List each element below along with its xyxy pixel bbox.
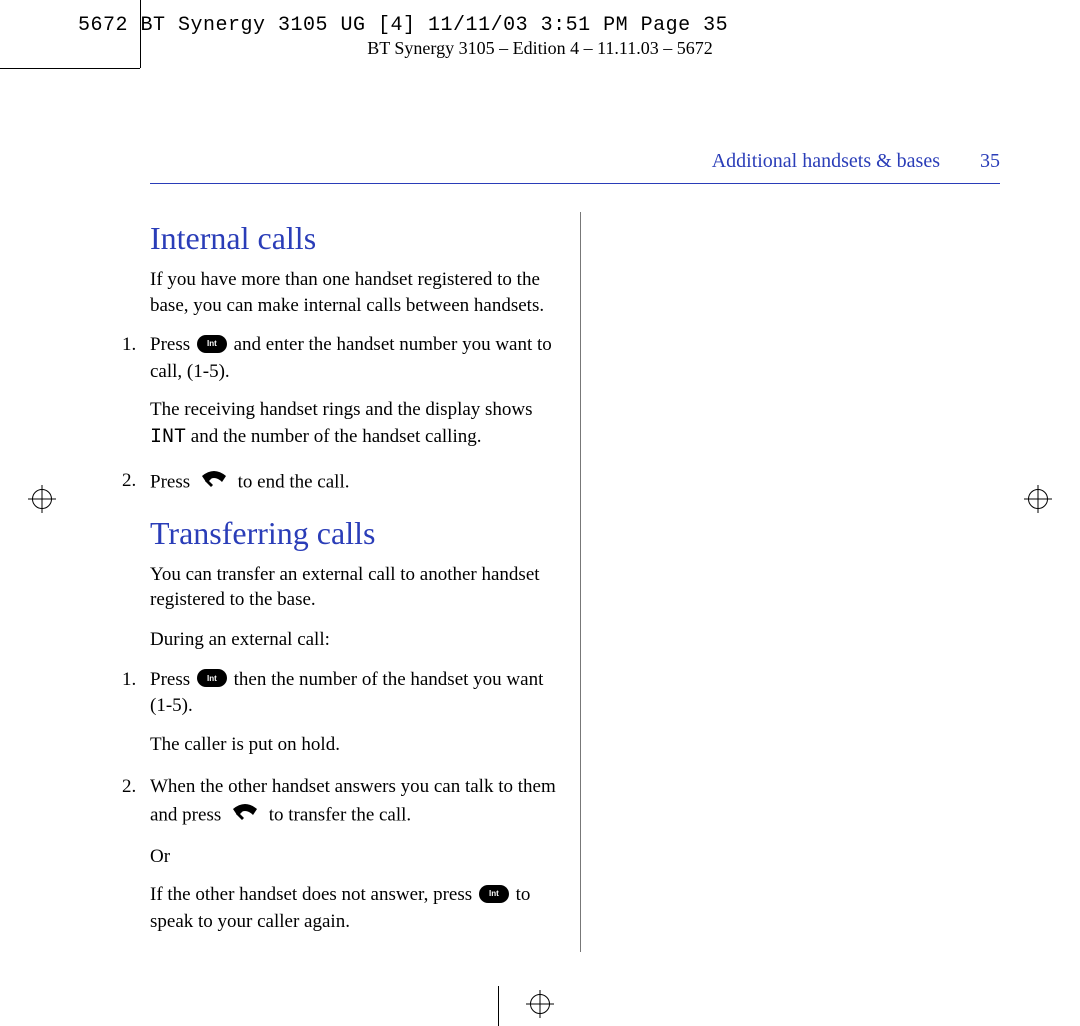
step-text: to transfer the call. [269,805,411,826]
step-item: When the other handset answers you can t… [122,774,556,935]
step-text: to end the call. [238,472,350,493]
intro-text: If you have more than one handset regist… [150,267,556,318]
registration-mark-icon [526,990,554,1018]
crop-mark [0,68,140,69]
step-item: Press to end the call. [122,468,556,499]
steps-list: Press Int then the number of the handset… [150,667,556,936]
heading-internal-calls: Internal calls [150,220,556,257]
step-text: Press [150,669,195,690]
hangup-icon [230,799,260,830]
crop-mark [498,986,499,1026]
step-text: Press [150,472,195,493]
section-title: Additional handsets & bases [712,150,940,173]
step-text: and the number of the handset calling. [186,426,481,447]
heading-transferring-calls: Transferring calls [150,515,556,552]
intro-text: You can transfer an external call to ano… [150,562,556,613]
registration-mark-icon [28,485,56,513]
step-sub: The caller is put on hold. [150,732,556,759]
step-sub: The receiving handset rings and the disp… [150,397,556,452]
step-or: Or [150,844,556,871]
crop-mark [140,0,141,68]
step-item: Press Int then the number of the handset… [122,667,556,759]
int-button-icon: Int [197,335,227,353]
step-text: If the other handset does not answer, pr… [150,884,477,905]
step-text: The receiving handset rings and the disp… [150,399,533,420]
main-column: Internal calls If you have more than one… [150,212,580,952]
page-number: 35 [980,150,1000,173]
steps-list: Press Int and enter the handset number y… [150,332,556,498]
int-button-icon: Int [197,669,227,687]
int-button-icon: Int [479,885,509,903]
lead-text: During an external call: [150,627,556,653]
step-alt: If the other handset does not answer, pr… [150,882,556,935]
display-code: INT [150,426,186,449]
running-head: Additional handsets & bases 35 [150,150,1000,184]
step-text: Press [150,334,195,355]
step-item: Press Int and enter the handset number y… [122,332,556,452]
registration-mark-icon [1024,485,1052,513]
print-slug: 5672 BT Synergy 3105 UG [4] 11/11/03 3:5… [78,14,728,37]
page-content: Additional handsets & bases 35 Internal … [150,150,1000,952]
hangup-icon [199,466,229,497]
edition-line: BT Synergy 3105 – Edition 4 – 11.11.03 –… [0,38,1080,59]
column-divider [580,212,581,952]
